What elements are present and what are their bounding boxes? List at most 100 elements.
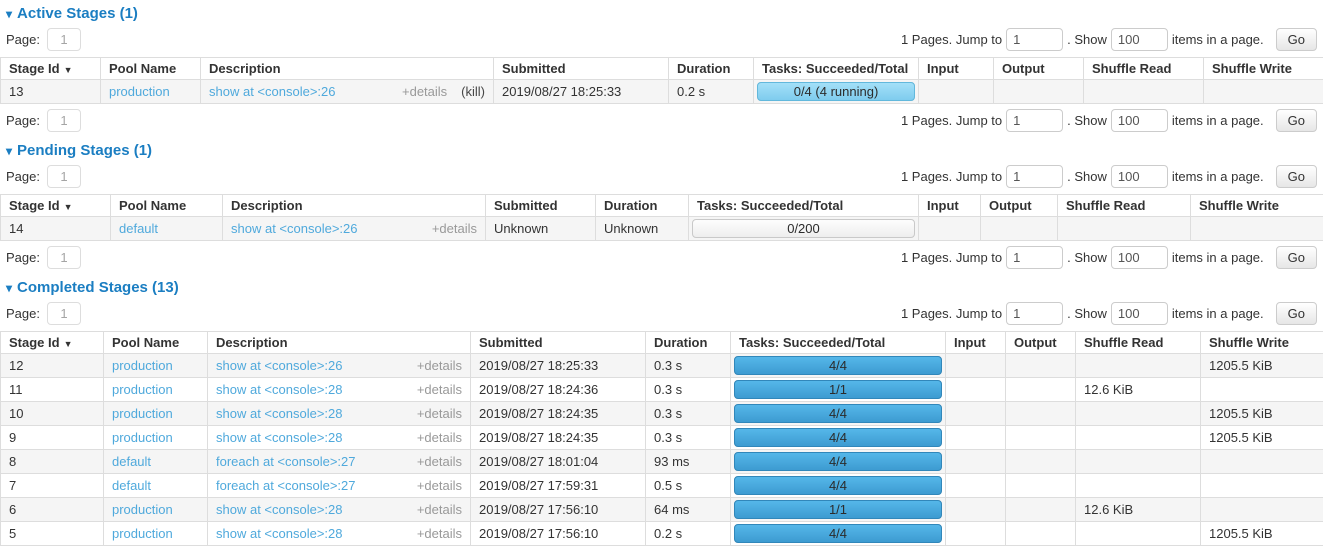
column-header-duration[interactable]: Duration bbox=[669, 58, 754, 80]
column-header-duration[interactable]: Duration bbox=[646, 332, 731, 354]
details-toggle-link[interactable]: +details bbox=[417, 502, 462, 517]
stage-description-link[interactable]: foreach at <console>:27 bbox=[216, 478, 356, 493]
column-header-shuffle-write[interactable]: Shuffle Write bbox=[1201, 332, 1323, 354]
column-header-pool-name[interactable]: Pool Name bbox=[101, 58, 201, 80]
show-count-input[interactable] bbox=[1111, 246, 1168, 269]
go-button[interactable]: Go bbox=[1276, 109, 1317, 132]
current-page-box[interactable]: 1 bbox=[47, 302, 81, 325]
task-progress-bar: 0/200 bbox=[692, 219, 915, 238]
stage-description-link[interactable]: show at <console>:28 bbox=[216, 382, 342, 397]
output-cell bbox=[994, 80, 1084, 104]
pool-name-link[interactable]: default bbox=[112, 478, 151, 493]
current-page-box[interactable]: 1 bbox=[47, 109, 81, 132]
details-toggle-link[interactable]: +details bbox=[402, 84, 447, 99]
column-header-output[interactable]: Output bbox=[981, 195, 1058, 217]
stage-description-link[interactable]: show at <console>:26 bbox=[216, 358, 342, 373]
jump-to-input[interactable] bbox=[1006, 246, 1063, 269]
column-header-shuffle-read[interactable]: Shuffle Read bbox=[1076, 332, 1201, 354]
column-header-shuffle-read[interactable]: Shuffle Read bbox=[1084, 58, 1204, 80]
column-header-shuffle-read[interactable]: Shuffle Read bbox=[1058, 195, 1191, 217]
details-toggle-link[interactable]: +details bbox=[417, 382, 462, 397]
show-count-input[interactable] bbox=[1111, 302, 1168, 325]
pool-name-link[interactable]: production bbox=[109, 84, 170, 99]
column-header-input[interactable]: Input bbox=[919, 58, 994, 80]
current-page-box[interactable]: 1 bbox=[47, 165, 81, 188]
column-header-output[interactable]: Output bbox=[994, 58, 1084, 80]
pool-name-link[interactable]: production bbox=[112, 502, 173, 517]
column-header-description[interactable]: Description bbox=[201, 58, 494, 80]
header-row: Stage Id▼Pool NameDescriptionSubmittedDu… bbox=[1, 195, 1323, 217]
stage-description-link[interactable]: foreach at <console>:27 bbox=[216, 454, 356, 469]
stage-description-link[interactable]: show at <console>:26 bbox=[231, 221, 357, 236]
show-count-input[interactable] bbox=[1111, 165, 1168, 188]
column-header-output[interactable]: Output bbox=[1006, 332, 1076, 354]
column-header-submitted[interactable]: Submitted bbox=[494, 58, 669, 80]
show-count-input[interactable] bbox=[1111, 109, 1168, 132]
details-toggle-link[interactable]: +details bbox=[417, 358, 462, 373]
stage-description-link[interactable]: show at <console>:28 bbox=[216, 502, 342, 517]
go-button[interactable]: Go bbox=[1276, 302, 1317, 325]
header-row: Stage Id▼Pool NameDescriptionSubmittedDu… bbox=[1, 332, 1323, 354]
stage-description-link[interactable]: show at <console>:26 bbox=[209, 84, 335, 99]
pool-name-link[interactable]: production bbox=[112, 526, 173, 541]
pagination-bar: Page:11 Pages. Jump to. Showitems in a p… bbox=[0, 160, 1323, 193]
stage-description-link[interactable]: show at <console>:28 bbox=[216, 406, 342, 421]
jump-to-input[interactable] bbox=[1006, 28, 1063, 51]
current-page-box[interactable]: 1 bbox=[47, 28, 81, 51]
jump-to-input[interactable] bbox=[1006, 109, 1063, 132]
description-cell: show at <console>:28 +details bbox=[208, 378, 471, 402]
details-toggle-link[interactable]: +details bbox=[417, 526, 462, 541]
column-header-duration[interactable]: Duration bbox=[596, 195, 689, 217]
collapse-arrow-icon: ▾ bbox=[6, 145, 12, 157]
column-header-tasks-succeeded-total[interactable]: Tasks: Succeeded/Total bbox=[754, 58, 919, 80]
column-header-stage-id[interactable]: Stage Id▼ bbox=[1, 195, 111, 217]
items-text: items in a page. bbox=[1172, 306, 1264, 321]
column-header-tasks-succeeded-total[interactable]: Tasks: Succeeded/Total bbox=[689, 195, 919, 217]
spark-stages-page: ▾ Active Stages (1) Page:11 Pages. Jump … bbox=[0, 5, 1323, 546]
column-header-submitted[interactable]: Submitted bbox=[471, 332, 646, 354]
stage-row: 5productionshow at <console>:28+details2… bbox=[1, 522, 1323, 546]
details-toggle-link[interactable]: +details bbox=[432, 221, 477, 236]
section-header-active[interactable]: ▾ Active Stages (1) bbox=[6, 5, 1323, 22]
jump-to-input[interactable] bbox=[1006, 302, 1063, 325]
column-header-input[interactable]: Input bbox=[919, 195, 981, 217]
column-header-description[interactable]: Description bbox=[223, 195, 486, 217]
details-toggle-link[interactable]: +details bbox=[417, 478, 462, 493]
column-header-stage-id[interactable]: Stage Id▼ bbox=[1, 332, 104, 354]
task-progress-bar: 4/4 bbox=[734, 524, 942, 543]
details-toggle-link[interactable]: +details bbox=[417, 454, 462, 469]
items-text: items in a page. bbox=[1172, 250, 1264, 265]
section-header-pending[interactable]: ▾ Pending Stages (1) bbox=[6, 142, 1323, 159]
stage-description-link[interactable]: show at <console>:28 bbox=[216, 526, 342, 541]
column-header-shuffle-write[interactable]: Shuffle Write bbox=[1191, 195, 1323, 217]
column-header-description[interactable]: Description bbox=[208, 332, 471, 354]
pool-name-link[interactable]: default bbox=[112, 454, 151, 469]
submitted-cell: 2019/08/27 17:56:10 bbox=[471, 522, 646, 546]
page-label: Page: bbox=[6, 250, 40, 265]
column-header-stage-id[interactable]: Stage Id▼ bbox=[1, 58, 101, 80]
section-header-completed[interactable]: ▾ Completed Stages (13) bbox=[6, 279, 1323, 296]
pool-name-link[interactable]: production bbox=[112, 430, 173, 445]
column-header-shuffle-write[interactable]: Shuffle Write bbox=[1204, 58, 1323, 80]
go-button[interactable]: Go bbox=[1276, 165, 1317, 188]
column-header-input[interactable]: Input bbox=[946, 332, 1006, 354]
shuffle-write-cell bbox=[1201, 378, 1323, 402]
pool-name-link[interactable]: default bbox=[119, 221, 158, 236]
column-header-pool-name[interactable]: Pool Name bbox=[104, 332, 208, 354]
kill-stage-link[interactable]: (kill) bbox=[461, 84, 485, 99]
column-header-tasks-succeeded-total[interactable]: Tasks: Succeeded/Total bbox=[731, 332, 946, 354]
jump-to-input[interactable] bbox=[1006, 165, 1063, 188]
column-header-pool-name[interactable]: Pool Name bbox=[111, 195, 223, 217]
column-header-submitted[interactable]: Submitted bbox=[486, 195, 596, 217]
go-button[interactable]: Go bbox=[1276, 246, 1317, 269]
go-button[interactable]: Go bbox=[1276, 28, 1317, 51]
show-count-input[interactable] bbox=[1111, 28, 1168, 51]
output-cell bbox=[981, 217, 1058, 241]
pool-name-link[interactable]: production bbox=[112, 358, 173, 373]
stage-description-link[interactable]: show at <console>:28 bbox=[216, 430, 342, 445]
pool-name-link[interactable]: production bbox=[112, 406, 173, 421]
pool-name-link[interactable]: production bbox=[112, 382, 173, 397]
current-page-box[interactable]: 1 bbox=[47, 246, 81, 269]
details-toggle-link[interactable]: +details bbox=[417, 406, 462, 421]
details-toggle-link[interactable]: +details bbox=[417, 430, 462, 445]
